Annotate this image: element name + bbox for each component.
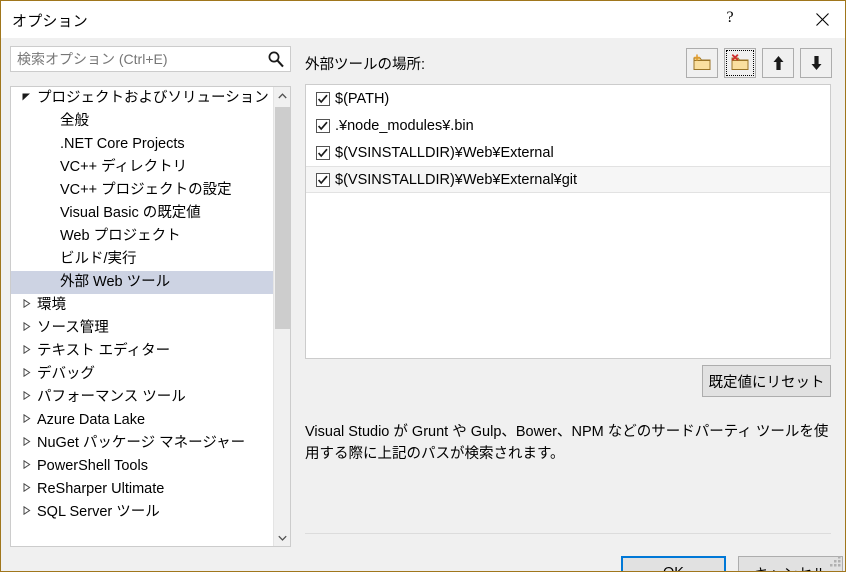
tree-item-label: Visual Basic の既定値 bbox=[60, 205, 201, 221]
tree-item[interactable]: プロジェクトおよびソリューション bbox=[11, 87, 273, 110]
checkbox[interactable] bbox=[316, 145, 330, 160]
tree-item[interactable]: VC++ プロジェクトの設定 bbox=[11, 179, 273, 202]
scroll-down-icon[interactable] bbox=[274, 529, 290, 546]
check-icon bbox=[317, 121, 328, 130]
list-item[interactable]: $(PATH) bbox=[306, 85, 830, 112]
scroll-up-icon[interactable] bbox=[274, 87, 290, 104]
tree-item[interactable]: 全般 bbox=[11, 110, 273, 133]
footer-divider bbox=[305, 533, 831, 534]
tree-item[interactable]: Azure Data Lake bbox=[11, 409, 273, 432]
tree-collapsed-arrow-icon[interactable] bbox=[19, 340, 33, 363]
move-down-button[interactable] bbox=[800, 48, 832, 78]
tree-collapsed-arrow-icon[interactable] bbox=[19, 294, 33, 317]
tree-item[interactable]: デバッグ bbox=[11, 363, 273, 386]
check-icon bbox=[317, 148, 328, 157]
question-mark-icon: ? bbox=[726, 9, 734, 26]
tree-collapsed-arrow-icon[interactable] bbox=[19, 501, 33, 524]
options-tree[interactable]: プロジェクトおよびソリューション全般 .NET Core Projects VC++… bbox=[10, 86, 291, 547]
title-bar: オプション ? bbox=[1, 1, 845, 38]
tree-item-label: Web プロジェクト bbox=[60, 228, 181, 244]
tree-item-label: SQL Server ツール bbox=[37, 504, 160, 520]
tree-item-label: テキスト エディター bbox=[37, 343, 171, 359]
tree-item[interactable]: 外部 Web ツール bbox=[11, 271, 273, 294]
remove-folder-button[interactable] bbox=[724, 48, 756, 78]
tree-item-label: プロジェクトおよびソリューション bbox=[37, 90, 269, 106]
cancel-button[interactable]: キャンセル bbox=[738, 556, 843, 571]
add-folder-button[interactable] bbox=[686, 48, 718, 78]
tree-list: プロジェクトおよびソリューション全般 .NET Core Projects VC++… bbox=[11, 87, 273, 546]
tree-item[interactable]: パフォーマンス ツール bbox=[11, 386, 273, 409]
list-item[interactable]: .¥node_modules¥.bin bbox=[306, 112, 830, 139]
tree-collapsed-arrow-icon[interactable] bbox=[19, 455, 33, 478]
resize-grip-icon[interactable] bbox=[829, 556, 841, 568]
search-box[interactable] bbox=[10, 46, 291, 72]
tree-item-label: パフォーマンス ツール bbox=[37, 389, 186, 405]
tree-collapsed-arrow-icon[interactable] bbox=[19, 363, 33, 386]
external-web-tools-pane: 外部ツールの場所: $(PATH) .¥node_modules¥.bin $(… bbox=[304, 38, 845, 571]
description-text: Visual Studio が Grunt や Gulp、Bower、NPM な… bbox=[305, 424, 829, 462]
tree-item[interactable]: 環境 bbox=[11, 294, 273, 317]
remove-folder-icon bbox=[731, 54, 749, 70]
tree-item[interactable]: Visual Basic の既定値 bbox=[11, 202, 273, 225]
tree-item-label: .NET Core Projects bbox=[60, 136, 185, 152]
tree-item[interactable]: SQL Server ツール bbox=[11, 501, 273, 524]
tree-item-label: VC++ ディレクトリ bbox=[60, 159, 188, 175]
reset-defaults-button[interactable]: 既定値にリセット bbox=[702, 365, 831, 397]
add-folder-icon bbox=[693, 54, 711, 70]
external-tools-list[interactable]: $(PATH) .¥node_modules¥.bin $(VSINSTALLDIR… bbox=[305, 84, 831, 359]
help-button[interactable]: ? bbox=[707, 1, 753, 37]
list-item[interactable]: $(VSINSTALLDIR)¥Web¥External¥git bbox=[306, 166, 830, 193]
tree-item-label: 全般 bbox=[60, 113, 89, 129]
options-dialog: オプション ? プロジェクトおよびソリューション全般 .NET Core Proj… bbox=[0, 0, 846, 572]
window-title: オプション bbox=[12, 13, 89, 30]
list-item-label: .¥node_modules¥.bin bbox=[335, 117, 474, 134]
dialog-content: プロジェクトおよびソリューション全般 .NET Core Projects VC++… bbox=[1, 38, 845, 571]
checkbox[interactable] bbox=[316, 172, 330, 187]
move-up-button[interactable] bbox=[762, 48, 794, 78]
checkbox[interactable] bbox=[316, 91, 330, 106]
tree-collapsed-arrow-icon[interactable] bbox=[19, 432, 33, 455]
list-item-label: $(VSINSTALLDIR)¥Web¥External¥git bbox=[335, 171, 578, 188]
tree-item[interactable]: Web プロジェクト bbox=[11, 225, 273, 248]
tree-item-label: 外部 Web ツール bbox=[60, 274, 171, 290]
tree-item-label: VC++ プロジェクトの設定 bbox=[60, 182, 232, 198]
tree-item-label: ビルド/実行 bbox=[60, 251, 137, 267]
list-item-label: $(VSINSTALLDIR)¥Web¥External bbox=[335, 144, 554, 161]
tree-item[interactable]: NuGet パッケージ マネージャー bbox=[11, 432, 273, 455]
external-tools-label: 外部ツールの場所: bbox=[305, 57, 426, 73]
search-icon bbox=[268, 51, 284, 68]
arrow-down-icon bbox=[811, 56, 821, 70]
arrow-up-icon bbox=[773, 56, 783, 70]
tree-collapsed-arrow-icon[interactable] bbox=[19, 317, 33, 340]
scrollbar-thumb[interactable] bbox=[275, 107, 290, 329]
tree-item[interactable]: ソース管理 bbox=[11, 317, 273, 340]
tree-item-label: ReSharper Ultimate bbox=[37, 481, 165, 497]
tree-collapsed-arrow-icon[interactable] bbox=[19, 386, 33, 409]
tree-item-label: NuGet パッケージ マネージャー bbox=[37, 435, 246, 451]
checkbox[interactable] bbox=[316, 118, 330, 133]
list-item[interactable]: $(VSINSTALLDIR)¥Web¥External bbox=[306, 139, 830, 166]
tree-expanded-arrow-icon[interactable] bbox=[19, 87, 33, 110]
tree-item[interactable]: PowerShell Tools bbox=[11, 455, 273, 478]
close-button[interactable] bbox=[799, 1, 845, 37]
tree-scrollbar[interactable] bbox=[273, 87, 290, 546]
search-input[interactable] bbox=[17, 47, 257, 71]
tree-item[interactable]: テキスト エディター bbox=[11, 340, 273, 363]
ok-button[interactable]: OK bbox=[621, 556, 726, 571]
tree-item[interactable]: .NET Core Projects bbox=[11, 133, 273, 156]
tree-item[interactable]: ビルド/実行 bbox=[11, 248, 273, 271]
tree-item[interactable]: ReSharper Ultimate bbox=[11, 478, 273, 501]
check-icon bbox=[317, 94, 328, 103]
list-item-label: $(PATH) bbox=[335, 90, 390, 107]
check-icon bbox=[317, 175, 328, 184]
list-rows: $(PATH) .¥node_modules¥.bin $(VSINSTALLDIR… bbox=[306, 85, 830, 193]
close-icon bbox=[815, 12, 829, 26]
tree-item[interactable]: VC++ ディレクトリ bbox=[11, 156, 273, 179]
tree-collapsed-arrow-icon[interactable] bbox=[19, 409, 33, 432]
tree-collapsed-arrow-icon[interactable] bbox=[19, 478, 33, 501]
